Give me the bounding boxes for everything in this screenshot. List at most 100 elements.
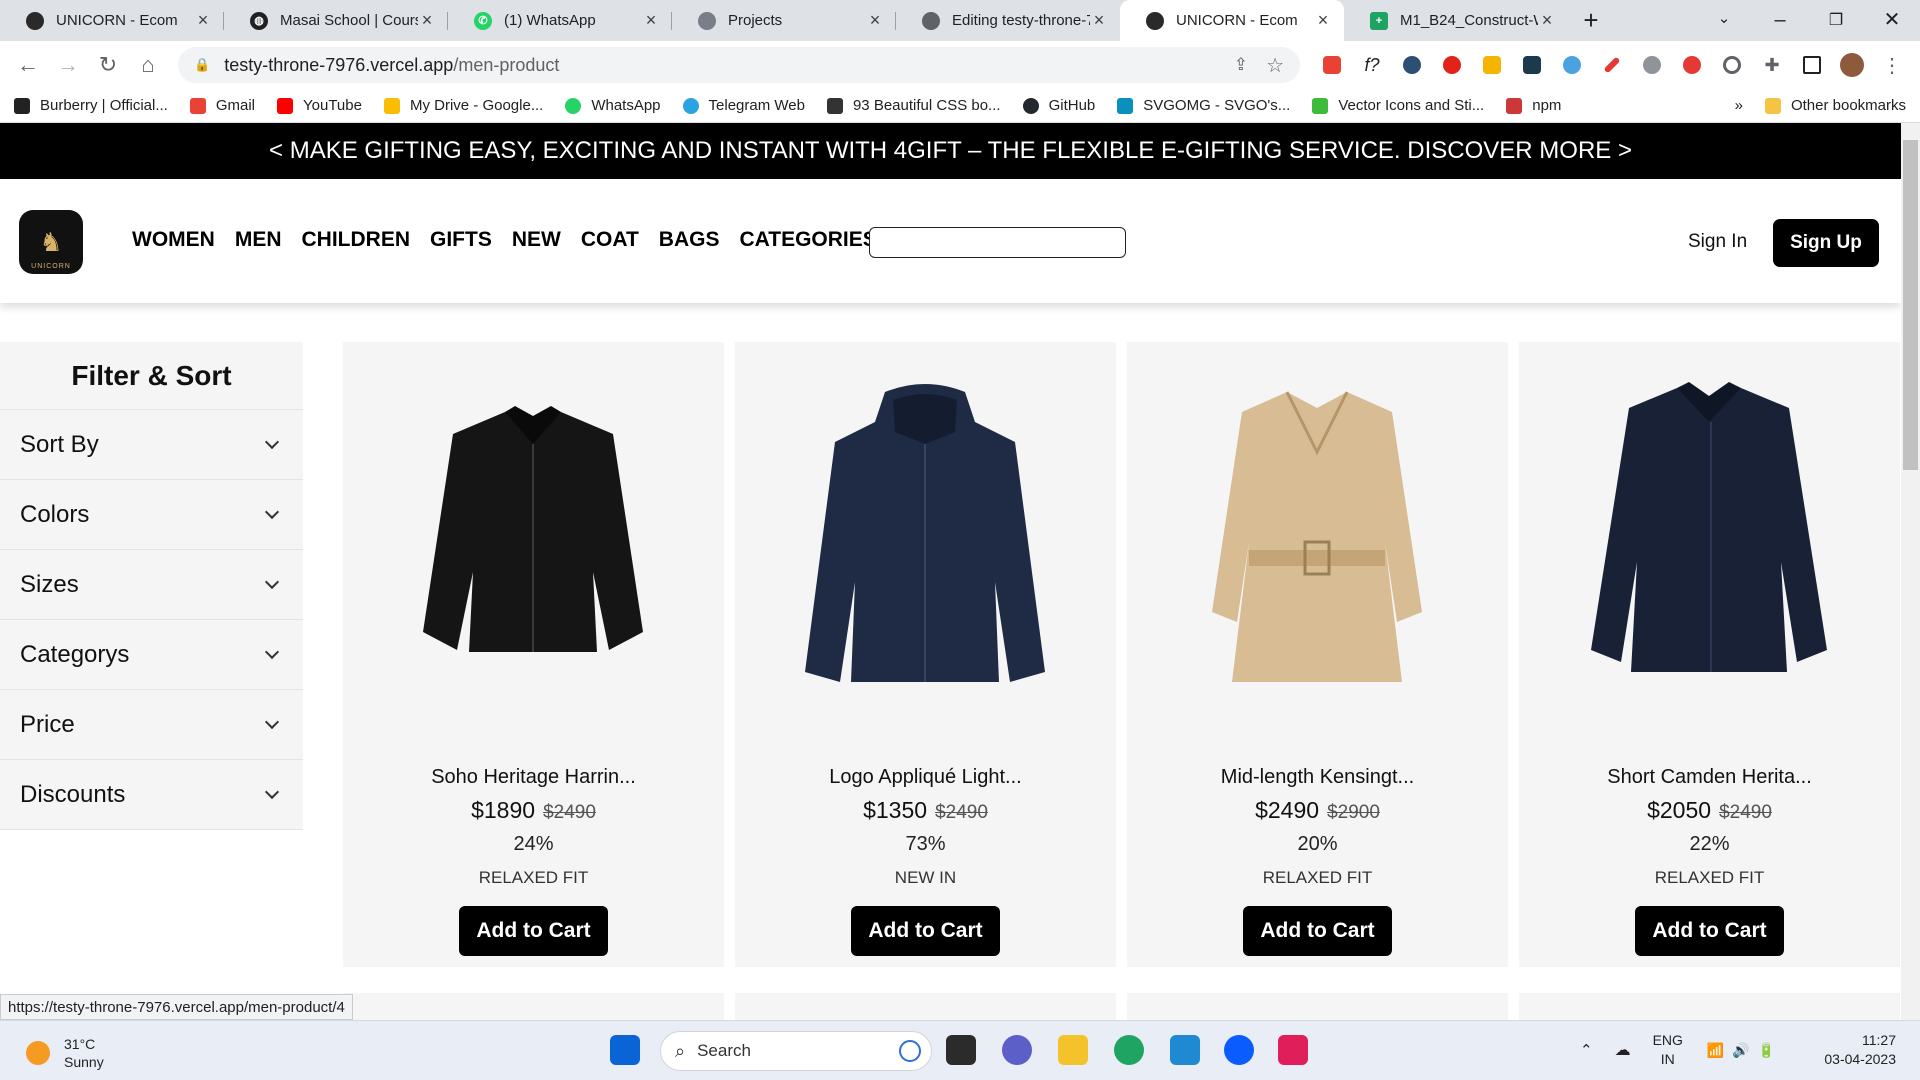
bookmark-item[interactable]: GitHub xyxy=(1022,97,1095,114)
task-view-icon[interactable] xyxy=(946,1035,976,1065)
chevron-up-icon[interactable]: ⌃ xyxy=(1580,1041,1593,1059)
battery-icon[interactable]: 🔋 xyxy=(1758,1042,1775,1059)
back-arrow-icon[interactable]: ← xyxy=(8,52,48,78)
nav-women[interactable]: WOMEN xyxy=(132,228,215,252)
extension-icon[interactable] xyxy=(1512,49,1552,81)
close-icon[interactable]: × xyxy=(1314,10,1332,31)
unicorn-logo[interactable]: ♞ UNICORN xyxy=(19,210,83,274)
close-icon[interactable]: × xyxy=(418,10,436,31)
bookmark-item[interactable]: Vector Icons and Sti... xyxy=(1312,97,1484,114)
browser-tab[interactable]: ✆ (1) WhatsApp × xyxy=(448,0,672,41)
forward-arrow-icon[interactable]: → xyxy=(48,52,88,78)
chrome-icon[interactable] xyxy=(1114,1035,1144,1065)
vscode-icon[interactable] xyxy=(1170,1035,1200,1065)
filter-price[interactable]: Price xyxy=(0,690,303,760)
nav-children[interactable]: CHILDREN xyxy=(302,228,411,252)
product-image[interactable] xyxy=(1197,382,1437,682)
volume-icon[interactable]: 🔊 xyxy=(1732,1042,1749,1059)
product-name[interactable]: Short Camden Herita... xyxy=(1519,766,1900,789)
close-icon[interactable]: × xyxy=(1090,10,1108,31)
taskbar-clock[interactable]: 11:27 03-04-2023 xyxy=(1810,1031,1896,1069)
extension-icon[interactable] xyxy=(1472,49,1512,81)
filter-categories[interactable]: Categorys xyxy=(0,620,303,690)
browser-tab[interactable]: + M1_B24_Construct-W × xyxy=(1344,0,1568,41)
nav-categories[interactable]: CATEGORIES xyxy=(739,228,876,252)
extension-icon[interactable] xyxy=(1552,49,1592,81)
filter-colors[interactable]: Colors xyxy=(0,480,303,550)
filter-discounts[interactable]: Discounts xyxy=(0,760,303,830)
close-window-button[interactable]: ✕ xyxy=(1864,0,1920,41)
bookmark-item[interactable]: WhatsApp xyxy=(565,97,661,114)
extension-icon[interactable] xyxy=(1712,49,1752,81)
taskbar-search[interactable]: ⌕ Search xyxy=(660,1031,932,1071)
puzzle-icon[interactable]: ✚ xyxy=(1752,49,1792,81)
bookmark-item[interactable]: 93 Beautiful CSS bo... xyxy=(826,97,1001,114)
other-bookmarks-folder[interactable]: Other bookmarks xyxy=(1764,97,1906,114)
react-devtools-icon[interactable] xyxy=(1392,49,1432,81)
bookmark-item[interactable]: npm xyxy=(1506,97,1561,114)
browser-tab-active[interactable]: UNICORN - Ecom × xyxy=(1120,0,1344,41)
nav-men[interactable]: MEN xyxy=(235,228,282,252)
nav-coat[interactable]: COAT xyxy=(581,228,639,252)
nav-gifts[interactable]: GIFTS xyxy=(430,228,492,252)
share-icon[interactable]: ⇪ xyxy=(1234,55,1248,75)
bookmark-item[interactable]: YouTube xyxy=(277,97,362,114)
product-name[interactable]: Mid-length Kensingt... xyxy=(1127,766,1508,789)
add-to-cart-button[interactable]: Add to Cart xyxy=(1243,906,1392,956)
bookmark-item[interactable]: Burberry | Official... xyxy=(14,97,168,114)
bookmark-item[interactable]: My Drive - Google... xyxy=(383,97,543,114)
extension-icon[interactable] xyxy=(1432,49,1472,81)
avatar[interactable] xyxy=(1832,49,1872,81)
add-to-cart-button[interactable]: Add to Cart xyxy=(851,906,1000,956)
extension-icon[interactable] xyxy=(1592,49,1632,81)
close-icon[interactable]: × xyxy=(1538,10,1556,31)
bookmark-item[interactable]: SVGOMG - SVGO's... xyxy=(1117,97,1290,114)
product-image[interactable] xyxy=(805,382,1045,682)
language-indicator[interactable]: ENG IN xyxy=(1653,1031,1683,1069)
home-icon[interactable]: ⌂ xyxy=(128,52,168,78)
close-icon[interactable]: × xyxy=(642,10,660,31)
new-tab-button[interactable]: + xyxy=(1568,0,1614,41)
filter-sort-by[interactable]: Sort By xyxy=(0,410,303,480)
product-card-next-row[interactable] xyxy=(735,993,1116,1020)
bookmark-item[interactable]: Gmail xyxy=(189,97,255,114)
product-image[interactable] xyxy=(413,382,653,682)
bookmark-item[interactable]: Telegram Web xyxy=(682,97,805,114)
tab-search-chevron-icon[interactable]: ⌄ xyxy=(1696,0,1752,41)
onedrive-cloud-icon[interactable]: ☁ xyxy=(1615,1040,1631,1060)
product-name[interactable]: Logo Appliqué Light... xyxy=(735,766,1116,789)
slack-icon[interactable] xyxy=(1278,1035,1308,1065)
product-card[interactable]: Short Camden Herita... $2050 $2490 22% RE… xyxy=(1519,342,1900,967)
teams-chat-icon[interactable] xyxy=(1002,1035,1032,1065)
product-name[interactable]: Soho Heritage Harrin... xyxy=(343,766,724,789)
browser-tab[interactable]: Projects × xyxy=(672,0,896,41)
extension-fx-icon[interactable]: f? xyxy=(1352,49,1392,81)
menu-kebab-icon[interactable]: ⋮ xyxy=(1872,49,1912,81)
scrollbar-thumb[interactable] xyxy=(1903,140,1918,470)
sign-in-link[interactable]: Sign In xyxy=(1688,231,1747,253)
product-card-next-row[interactable] xyxy=(1127,993,1508,1020)
wifi-icon[interactable]: 📶 xyxy=(1707,1042,1724,1059)
product-image[interactable] xyxy=(1589,382,1829,682)
windows-start-icon[interactable] xyxy=(610,1035,640,1065)
reload-icon[interactable]: ↻ xyxy=(88,52,128,78)
restore-button[interactable]: ❐ xyxy=(1808,0,1864,41)
side-panel-icon[interactable] xyxy=(1792,49,1832,81)
bookmarks-overflow-button[interactable]: » xyxy=(1735,97,1743,114)
file-explorer-icon[interactable] xyxy=(1058,1035,1088,1065)
browser-tab[interactable]: ◍ Masai School | Course × xyxy=(224,0,448,41)
minimize-button[interactable]: – xyxy=(1752,0,1808,41)
search-input[interactable] xyxy=(869,227,1126,258)
product-card[interactable]: Mid-length Kensingt... $2490 $2900 20% RE… xyxy=(1127,342,1508,967)
bookmark-star-icon[interactable]: ☆ xyxy=(1266,53,1284,78)
add-to-cart-button[interactable]: Add to Cart xyxy=(459,906,608,956)
weather-widget[interactable]: 31°C Sunny xyxy=(26,1035,104,1071)
product-card-next-row[interactable] xyxy=(343,993,724,1020)
browser-tab[interactable]: Editing testy-throne-7 × xyxy=(896,0,1120,41)
product-card[interactable]: Soho Heritage Harrin... $1890 $2490 24% R… xyxy=(343,342,724,967)
add-to-cart-button[interactable]: Add to Cart xyxy=(1635,906,1784,956)
promo-banner[interactable]: < MAKE GIFTING EASY, EXCITING AND INSTAN… xyxy=(0,123,1901,179)
address-bar[interactable]: 🔒 testy-throne-7976.vercel.app/men-produ… xyxy=(178,47,1300,83)
sign-up-button[interactable]: Sign Up xyxy=(1773,219,1879,267)
close-icon[interactable]: × xyxy=(866,10,884,31)
